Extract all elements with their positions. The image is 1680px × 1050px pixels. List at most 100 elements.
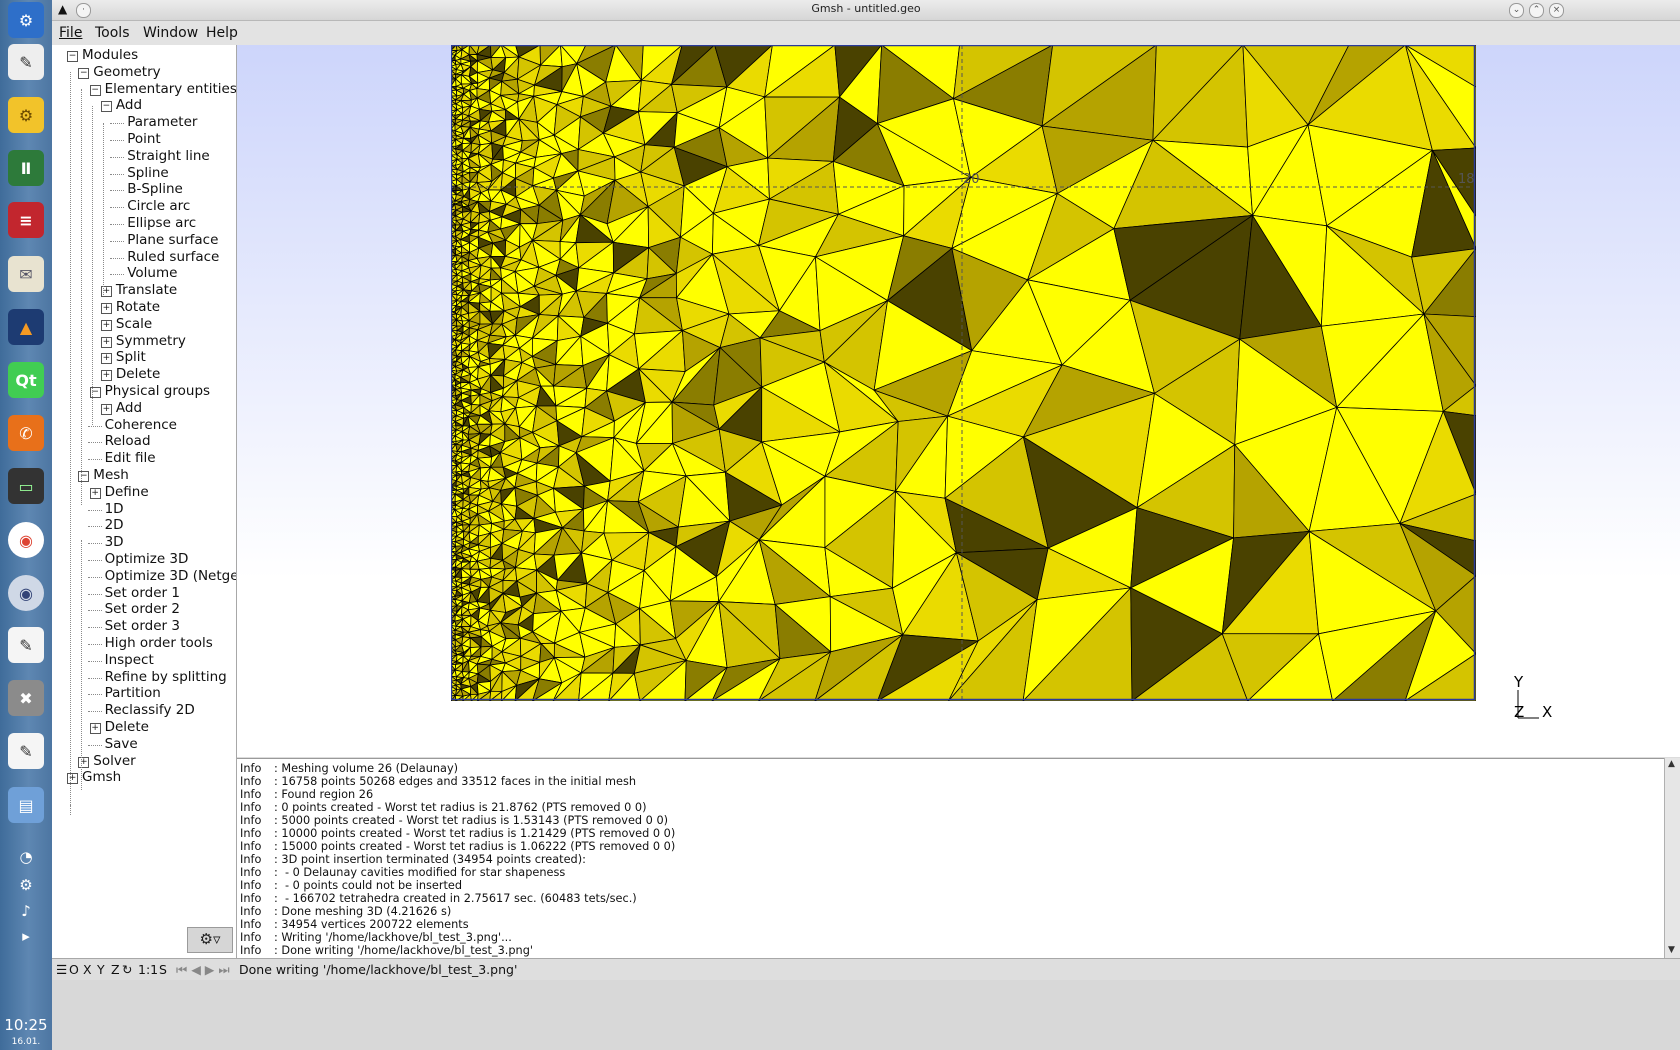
playback-controls-icon[interactable]: ⏮ ◀ ▶ ⏭	[176, 962, 230, 978]
tree-item[interactable]: Reload	[105, 433, 151, 450]
expand-icon[interactable]: +	[67, 773, 78, 785]
maximize-button[interactable]: ⌃	[1529, 3, 1544, 18]
tree-item[interactable]: Split	[116, 349, 146, 366]
collapse-icon[interactable]: −	[100, 101, 112, 113]
expand-icon[interactable]: +	[100, 303, 112, 314]
tree-item[interactable]: Point	[127, 131, 161, 148]
menu-file[interactable]: File	[59, 25, 82, 41]
tree-item[interactable]: Elementary entities	[105, 81, 236, 98]
tray-expand-icon[interactable]: ▸	[14, 924, 38, 948]
tree-item[interactable]: Refine by splitting	[105, 669, 227, 686]
gmsh-icon[interactable]: ✖	[8, 680, 44, 716]
tree-item[interactable]: Translate	[116, 282, 177, 299]
scroll-up-icon[interactable]: ▲	[1668, 759, 1675, 769]
expand-icon[interactable]: +	[100, 336, 112, 348]
kde-icon[interactable]: ⚙	[8, 2, 44, 38]
view-x-button[interactable]: X	[83, 962, 92, 977]
tree-item[interactable]: Reclassify 2D	[105, 702, 195, 719]
minimize-button[interactable]: ⌄	[1509, 3, 1524, 18]
matlab-icon[interactable]: ▲	[8, 309, 44, 345]
tree-item[interactable]: Inspect	[105, 652, 154, 669]
expand-icon[interactable]: +	[100, 370, 112, 382]
collapse-icon[interactable]: −	[78, 67, 90, 79]
tray-settings-icon[interactable]: ⚙	[14, 873, 38, 897]
message-console[interactable]: Info: Meshing volume 26 (Delaunay) Info: …	[237, 758, 1664, 959]
expand-icon[interactable]: +	[89, 487, 101, 499]
expand-icon[interactable]: +	[89, 723, 101, 734]
tree-item[interactable]: Save	[105, 736, 138, 753]
notes-icon[interactable]: ✎	[8, 627, 44, 663]
expand-icon[interactable]: +	[100, 403, 112, 415]
console-scrollbar[interactable]: ▲ ▼	[1664, 758, 1680, 958]
tree-item[interactable]: Gmsh	[82, 769, 121, 786]
scroll-down-icon[interactable]: ▼	[1668, 945, 1675, 955]
collapse-icon[interactable]: −	[89, 84, 101, 96]
tree-item[interactable]: Partition	[105, 685, 161, 702]
tree-item[interactable]: Define	[105, 484, 149, 501]
tree-item[interactable]: Set order 1	[105, 585, 180, 602]
tray-app-icon[interactable]: ◔	[14, 845, 38, 869]
tree-item[interactable]: 1D	[105, 501, 124, 518]
tree-item[interactable]: High order tools	[105, 635, 213, 652]
book-app-icon[interactable]: Ⅱ	[8, 150, 44, 186]
collapse-icon[interactable]: −	[78, 471, 90, 482]
tree-item[interactable]: Delete	[116, 366, 160, 383]
view-origin-button[interactable]: O	[69, 962, 79, 977]
monitor-icon[interactable]: ▭	[8, 468, 44, 504]
volume-icon[interactable]: ♪	[14, 899, 38, 923]
gear-app-icon[interactable]: ⚙	[8, 97, 44, 133]
tree-item[interactable]: Symmetry	[116, 333, 186, 350]
menu-help[interactable]: Help	[206, 25, 238, 41]
menu-window[interactable]: Window	[143, 25, 198, 41]
text-editor-icon[interactable]: ✎	[8, 44, 44, 80]
files-icon[interactable]: ▤	[8, 787, 44, 823]
tree-item[interactable]: Delete	[105, 719, 149, 736]
tree-item[interactable]: Edit file	[105, 450, 156, 467]
clock[interactable]: 10:25	[0, 1016, 52, 1034]
tree-item[interactable]: Circle arc	[127, 198, 190, 215]
tree-item[interactable]: Parameter	[127, 114, 197, 131]
tree-item[interactable]: Optimize 3D (Netgen)	[105, 568, 236, 585]
tree-item[interactable]: B-Spline	[127, 181, 183, 198]
expand-icon[interactable]: +	[78, 756, 90, 768]
tree-options-button[interactable]: ⚙▿	[187, 927, 233, 953]
tree-item[interactable]: Geometry	[93, 64, 160, 81]
tree-item[interactable]: Mesh	[93, 467, 129, 484]
tree-item[interactable]: Scale	[116, 316, 152, 333]
tree-item[interactable]: Rotate	[116, 299, 160, 316]
tree-item[interactable]: Add	[116, 97, 142, 114]
close-button[interactable]: ×	[1549, 3, 1564, 18]
mendeley-icon[interactable]: ≡	[8, 202, 44, 238]
notes-icon[interactable]: ✎	[8, 733, 44, 769]
menu-tools[interactable]: Tools	[95, 25, 130, 41]
expand-icon[interactable]: +	[100, 353, 112, 365]
tree-item[interactable]: Plane surface	[127, 232, 218, 249]
tree-item[interactable]: 2D	[105, 517, 124, 534]
mesh-view[interactable]: 20 18	[451, 45, 1476, 701]
qt-icon[interactable]: Qt	[8, 362, 44, 398]
view-y-button[interactable]: Y	[97, 962, 105, 977]
tree-item[interactable]: Ellipse arc	[127, 215, 196, 232]
tree-item[interactable]: Add	[116, 400, 142, 417]
tree-item[interactable]: Spline	[127, 165, 169, 182]
tree-item[interactable]: Optimize 3D	[105, 551, 189, 568]
chrome-icon[interactable]: ◉	[8, 575, 44, 611]
tree-item[interactable]: Coherence	[105, 417, 177, 434]
tree-item[interactable]: Set order 2	[105, 601, 180, 618]
view-z-button[interactable]: Z	[111, 962, 120, 977]
scale-1to1-button[interactable]: 1:1	[138, 962, 158, 977]
expand-icon[interactable]: +	[100, 319, 112, 331]
collapse-icon[interactable]: −	[67, 51, 78, 62]
mail-icon[interactable]: ✉	[8, 256, 44, 292]
chrome-icon[interactable]: ◉	[8, 522, 44, 558]
tree-item[interactable]: Straight line	[127, 148, 210, 165]
rotate-icon[interactable]: ↻	[122, 962, 132, 977]
tree-item[interactable]: Set order 3	[105, 618, 180, 635]
view-s-button[interactable]: S	[159, 962, 167, 977]
tree-item[interactable]: Ruled surface	[127, 249, 219, 266]
tree-item[interactable]: Volume	[127, 265, 177, 282]
pdf-app-icon[interactable]: ✆	[8, 415, 44, 451]
tree-item[interactable]: Solver	[93, 753, 135, 770]
tree-item[interactable]: 3D	[105, 534, 124, 551]
status-menu-icon[interactable]: ☰	[56, 962, 67, 977]
